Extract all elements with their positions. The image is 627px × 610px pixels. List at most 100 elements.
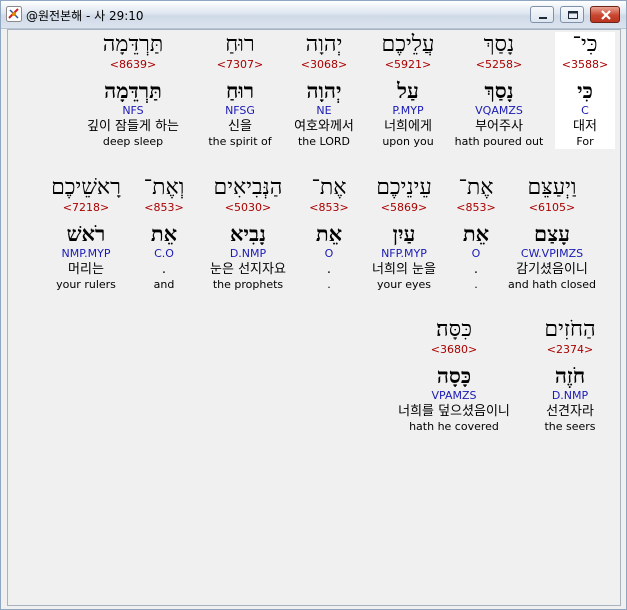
english-gloss: the seers (544, 420, 596, 433)
lexical-form: נָסַךְ (484, 78, 514, 103)
title-bar[interactable]: @원전본해 - 사 29:10 (1, 1, 626, 29)
window-title: @원전본해 - 사 29:10 (26, 9, 144, 23)
korean-gloss: 깊이 잠들게 하는 (87, 119, 179, 134)
hebrew-word: הַנְּבִיאִים (213, 175, 283, 200)
hebrew-word: רָאשֵׁיכֶם (51, 175, 121, 200)
app-icon (6, 6, 22, 22)
hebrew-word: אֶת־ (311, 175, 347, 200)
word-cell[interactable]: נָסַךְ <5258> נָסַךְ VQAMZS 부어주사 hath po… (449, 32, 549, 149)
english-gloss: deep sleep (102, 135, 164, 148)
strong-number[interactable]: <5258> (449, 58, 549, 72)
strong-number[interactable]: <853> (134, 201, 194, 215)
parsing-code: VPAMZS (431, 389, 477, 402)
english-gloss: the spirit of (208, 135, 272, 148)
strong-number[interactable]: <8639> (74, 58, 192, 72)
korean-gloss: 눈은 선지자요 (210, 262, 286, 277)
interlinear-view[interactable]: כִּי־ <3588> כִּי C 대저 For נָסַךְ <5258>… (7, 29, 621, 606)
hebrew-word: כִּי־ (572, 32, 598, 57)
english-gloss: and hath closed (508, 278, 596, 291)
hebrew-word: כִּסָּה׃ (436, 317, 472, 342)
strong-number[interactable]: <5869> (354, 201, 454, 215)
english-gloss: hath he covered (409, 420, 499, 433)
lexical-form: כִּי (577, 78, 593, 103)
korean-gloss: . (473, 262, 479, 277)
parsing-code: C (581, 104, 589, 117)
korean-gloss: 머리는 (68, 262, 104, 277)
korean-gloss: 부어주사 (475, 119, 523, 134)
word-cell[interactable]: הַחֹזִים <2374> חֹזֶה D.NMP 선견자라 the see… (522, 317, 618, 434)
parsing-code: CW.VPIMZS (520, 247, 584, 260)
app-window: @원전본해 - 사 29:10 כִּי־ <3588> כִּי C 대저 F… (0, 0, 627, 610)
lexical-form: אֵת (462, 221, 490, 246)
korean-gloss: 신을 (228, 119, 252, 134)
hebrew-word: נָסַךְ (483, 32, 515, 57)
english-gloss: the prophets (212, 278, 284, 291)
minimize-icon (539, 17, 547, 19)
lexical-form: אֵת (315, 221, 343, 246)
english-gloss: hath poured out (454, 135, 544, 148)
word-cell[interactable]: וַיְעַצֵּם <6105> עָצַם CW.VPIMZS 감기셨음이니… (502, 175, 602, 292)
parsing-code: NFP.MYP (381, 247, 427, 260)
korean-gloss: 대저 (573, 119, 597, 134)
strong-number[interactable]: <5030> (193, 201, 303, 215)
parsing-code: O (471, 247, 481, 260)
hebrew-word: וְאֶת־ (143, 175, 185, 200)
parsing-code: D.NMP (229, 247, 267, 260)
lexical-form: עַיִן (392, 221, 416, 246)
strong-number[interactable]: <7218> (38, 201, 134, 215)
parsing-code: NFSG (225, 104, 255, 117)
strong-number[interactable]: <853> (451, 201, 501, 215)
strong-number[interactable]: <853> (304, 201, 354, 215)
korean-gloss: 감기셨음이니 (516, 262, 588, 277)
lexical-form: רֹאשׁ (66, 221, 106, 246)
parsing-code: O (324, 247, 334, 260)
korean-gloss: . (326, 262, 332, 277)
word-cell[interactable]: תַּרְדֵּמָה <8639> תַּרְדֵּמָה NFS 깊이 잠들… (74, 32, 192, 149)
english-gloss: your eyes (376, 278, 431, 291)
korean-gloss: 선견자라 (546, 404, 594, 419)
parsing-code: NFS (122, 104, 144, 117)
hebrew-word: רוּחַ (225, 32, 255, 57)
korean-gloss: . (161, 262, 167, 277)
lexical-form: נָבִיא (230, 221, 266, 246)
maximize-icon (568, 11, 578, 19)
word-cell[interactable]: עֵינֵיכֶם <5869> עַיִן NFP.MYP 너희의 눈을 yo… (354, 175, 454, 292)
maximize-button[interactable] (560, 6, 584, 23)
korean-gloss: 너희의 눈을 (372, 262, 436, 277)
lexical-form: חֹזֶה (554, 363, 586, 388)
hebrew-word: הַחֹזִים (544, 317, 596, 342)
close-button[interactable] (590, 6, 620, 23)
strong-number[interactable]: <2374> (522, 343, 618, 357)
word-cell[interactable]: וְאֶת־ <853> אֵת C.O . and (134, 175, 194, 292)
word-cell[interactable]: אֶת־ <853> אֵת O . . (304, 175, 354, 292)
word-cell[interactable]: כִּי־ <3588> כִּי C 대저 For (555, 32, 615, 149)
lexical-form: אֵת (150, 221, 178, 246)
english-gloss: . (474, 278, 478, 291)
english-gloss: your rulers (56, 278, 116, 291)
hebrew-word: עֵינֵיכֶם (376, 175, 432, 200)
close-icon (601, 10, 611, 20)
word-cell[interactable]: אֶת־ <853> אֵת O . . (451, 175, 501, 292)
english-gloss: and (153, 278, 175, 291)
lexical-form: עָצַם (534, 221, 570, 246)
hebrew-word: וַיְעַצֵּם (527, 175, 577, 200)
strong-number[interactable]: <3588> (555, 58, 615, 72)
parsing-code: NMP.MYP (61, 247, 111, 260)
strong-number[interactable]: <3680> (386, 343, 522, 357)
lexical-form: כָּסָה (436, 363, 472, 388)
word-cell[interactable]: כִּסָּה׃ <3680> כָּסָה VPAMZS 너희를 덮으셨음이니… (386, 317, 522, 434)
hebrew-word: אֶת־ (458, 175, 494, 200)
hebrew-word: תַּרְדֵּמָה (102, 32, 164, 57)
strong-number[interactable]: <7307> (190, 58, 290, 72)
lexical-form: תַּרְדֵּמָה (104, 78, 162, 103)
english-gloss: For (576, 135, 594, 148)
word-cell[interactable]: רוּחַ <7307> רוּחַ NFSG 신을 the spirit of (190, 32, 290, 149)
parsing-code: C.O (154, 247, 174, 260)
word-cell[interactable]: הַנְּבִיאִים <5030> נָבִיא D.NMP 눈은 선지자요… (193, 175, 303, 292)
parsing-code: VQAMZS (475, 104, 523, 117)
parsing-code: D.NMP (551, 389, 589, 402)
word-cell[interactable]: רָאשֵׁיכֶם <7218> רֹאשׁ NMP.MYP 머리는 your… (38, 175, 134, 292)
minimize-button[interactable] (530, 6, 554, 23)
lexical-form: רוּחַ (225, 78, 255, 103)
strong-number[interactable]: <6105> (502, 201, 602, 215)
